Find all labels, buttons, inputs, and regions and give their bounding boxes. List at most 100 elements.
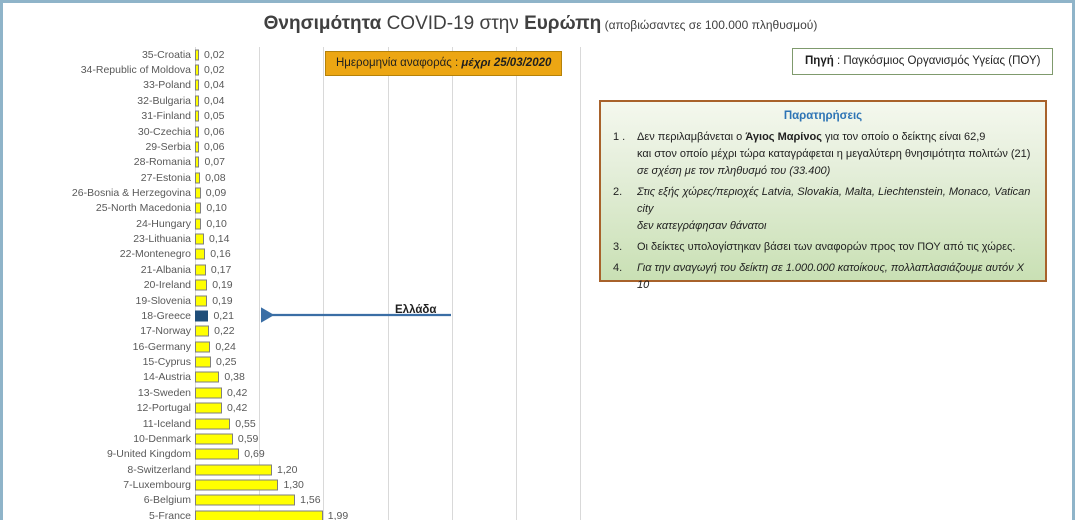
bar	[195, 341, 211, 353]
category-label: 8-Switzerland	[127, 463, 191, 476]
category-label: 15-Cyprus	[142, 355, 191, 368]
bar-value-label: 0,42	[226, 386, 248, 399]
bar	[195, 110, 199, 122]
bar	[195, 233, 204, 245]
bar-value-label: 0,09	[205, 186, 227, 199]
note-text: για τον οποίο ο δείκτης είναι 62,9	[821, 131, 986, 143]
bar	[195, 141, 199, 153]
note-number: 3.	[613, 241, 623, 253]
bar-value-label: 0,06	[204, 140, 225, 153]
category-label: 21-Albania	[140, 263, 191, 276]
note-text: Στις εξής χώρες/περιοχές Latvia, Slovaki…	[637, 186, 1031, 215]
bar-value-label: 0,08	[205, 171, 226, 184]
category-label: 30-Czechia	[137, 125, 191, 138]
category-label: 13-Sweden	[137, 386, 191, 399]
bar	[195, 418, 231, 430]
bar-value-label: 0,38	[224, 371, 245, 384]
bar-value-label: 0,06	[204, 125, 225, 138]
note-number: 4.	[613, 262, 623, 274]
note-text: σε σχέση με τον πληθυσμό του (33.400)	[637, 165, 831, 177]
category-label: 27-Estonia	[140, 171, 191, 184]
chart-row: 8-Switzerland 1,20	[3, 462, 1072, 477]
bar-value-label: 1,99	[327, 509, 349, 520]
bar	[195, 64, 199, 76]
note-text: Οι δείκτες υπολογίστηκαν βάσει των αναφο…	[637, 241, 1016, 253]
bar-value-label: 0,59	[237, 432, 259, 445]
chart-row: 9-United Kingdom 0,69	[3, 447, 1072, 462]
source-separator: :	[833, 55, 844, 67]
bar	[195, 95, 199, 107]
note-emphasis: Άγιος Μαρίνος	[745, 131, 822, 143]
source-value: Παγκόσμιος Οργανισμός Υγείας (ΠΟΥ)	[843, 55, 1041, 67]
bar	[195, 448, 240, 460]
chart-row: 19-Slovenia 0,19	[3, 293, 1072, 308]
bar	[195, 248, 206, 260]
source-box: Πηγή : Παγκόσμιος Οργανισμός Υγείας (ΠΟΥ…	[792, 48, 1054, 75]
category-label: 34-Republic of Moldova	[80, 63, 191, 76]
category-label: 22-Montenegro	[119, 248, 191, 261]
chart-row: 17-Norway 0,22	[3, 324, 1072, 339]
chart-row: 33-Poland 0,04	[3, 78, 1072, 93]
bar	[195, 202, 202, 214]
title-part-bold-2: Ευρώπη	[524, 13, 602, 34]
chart-row: 13-Sweden 0,42	[3, 385, 1072, 400]
chart-row: 14-Austria 0,38	[3, 370, 1072, 385]
category-label: 25-North Macedonia	[95, 202, 191, 215]
note-item: 1 . Δεν περιλαμβάνεται ο Άγιος Μαρίνος γι…	[611, 129, 1035, 180]
chart-row: 18-Greece 0,21	[3, 308, 1072, 323]
bar-value-label: 0,22	[214, 325, 235, 338]
bar	[195, 325, 210, 337]
bar	[195, 433, 233, 445]
bar-value-label: 0,04	[204, 79, 225, 92]
chart-row: 10-Denmark 0,59	[3, 431, 1072, 446]
category-label: 9-United Kingdom	[106, 448, 191, 461]
bar	[195, 279, 208, 291]
category-label: 32-Bulgaria	[137, 94, 191, 107]
notes-title: Παρατηρήσεις	[783, 110, 863, 122]
bar	[195, 387, 222, 399]
bar-value-label: 0,02	[204, 63, 225, 76]
bar-value-label: 0,07	[204, 156, 225, 169]
note-line: Για την αναγωγή του δείκτη σε 1.000.000 …	[637, 260, 1035, 294]
note-line: Δεν περιλαμβάνεται ο Άγιος Μαρίνος για τ…	[637, 129, 1035, 146]
chart-row: 7-Luxembourg 1,30	[3, 477, 1072, 492]
note-text: δεν κατεγράφησαν θάνατοι	[637, 220, 767, 232]
bar-value-label: 0,10	[206, 217, 227, 230]
bar	[195, 218, 202, 230]
category-label: 23-Lithuania	[133, 232, 191, 245]
note-text: και στον οποίο μέχρι τώρα καταγράφεται η…	[637, 148, 1031, 160]
bar	[195, 264, 206, 276]
note-item: 3. Οι δείκτες υπολογίστηκαν βάσει των ανα…	[611, 239, 1035, 256]
bar	[195, 156, 200, 168]
bar-value-label: 0,17	[210, 263, 232, 276]
bar-value-label: 0,69	[244, 448, 265, 461]
bar-highlighted	[195, 310, 209, 322]
page-title: Θνησιμότητα COVID-19 στην Ευρώπη (αποβιώ…	[3, 13, 1072, 35]
note-number: 2.	[613, 186, 623, 198]
bar-value-label: 0,04	[204, 94, 225, 107]
bar	[195, 79, 199, 91]
notes-box: Παρατηρήσεις 1 . Δεν περιλαμβάνεται ο Άγι…	[599, 100, 1047, 291]
title-part-normal: COVID-19 στην	[386, 13, 525, 34]
source-label: Πηγή	[805, 55, 834, 67]
category-label: 11-Iceland	[142, 417, 191, 430]
bar-value-label: 1,30	[283, 478, 304, 491]
bar-value-label: 0,25	[216, 355, 237, 368]
category-label: 14-Austria	[143, 371, 191, 384]
report-date-value: μέχρι 25/03/2020	[461, 57, 552, 69]
bar-value-label: 0,55	[235, 417, 256, 430]
bar	[195, 479, 279, 491]
note-text: Για την αναγωγή του δείκτη σε 1.000.000 …	[637, 262, 1025, 291]
bar-value-label: 1,20	[277, 463, 298, 476]
title-part-bold-1: Θνησιμότητα	[263, 13, 387, 34]
bar	[195, 464, 273, 476]
chart-row: 5-France 1,99	[3, 508, 1072, 520]
category-label: 29-Serbia	[145, 140, 191, 153]
bar	[195, 126, 199, 138]
bar	[195, 295, 208, 307]
bar	[195, 356, 212, 368]
note-line: και στον οποίο μέχρι τώρα καταγράφεται η…	[637, 146, 1035, 163]
category-label: 20-Ireland	[143, 278, 191, 291]
category-label: 31-Finland	[141, 109, 191, 122]
bar-value-label: 0,19	[212, 278, 233, 291]
